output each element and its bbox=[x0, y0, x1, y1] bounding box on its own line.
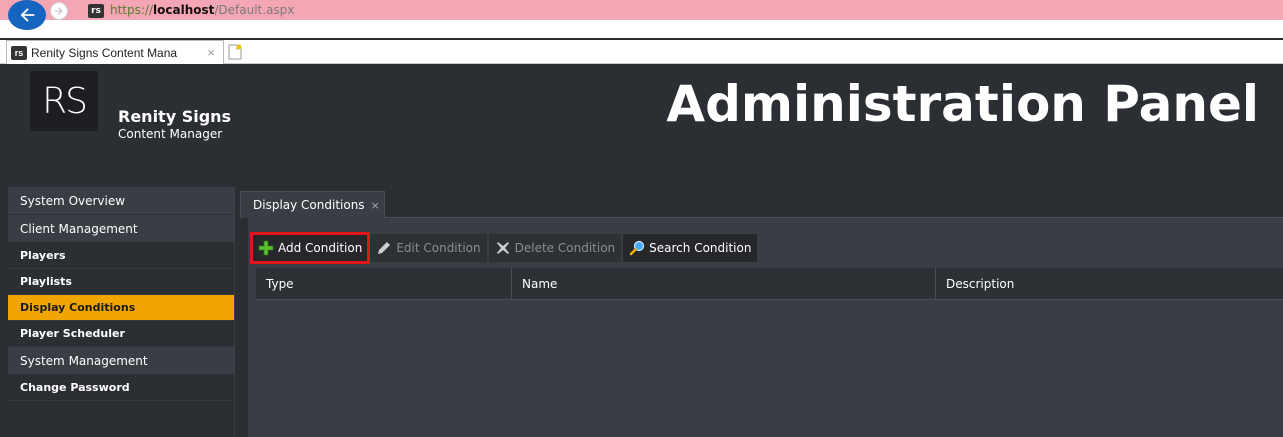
close-tab-icon[interactable]: × bbox=[207, 45, 215, 60]
page-title: Administration Panel bbox=[666, 75, 1259, 133]
sidebar-item-system-management[interactable]: System Management bbox=[8, 347, 234, 375]
tab-strip: Display Conditions × bbox=[240, 187, 1283, 218]
sidebar-item-display-conditions[interactable]: Display Conditions bbox=[8, 295, 234, 321]
sidebar-item-label: Players bbox=[20, 249, 66, 262]
sidebar-item-client-management[interactable]: Client Management bbox=[8, 215, 234, 243]
logo-text: RS bbox=[42, 80, 88, 122]
column-header-name[interactable]: Name bbox=[512, 268, 936, 299]
forward-button[interactable] bbox=[50, 2, 68, 20]
sidebar: System Overview Client Management Player… bbox=[8, 187, 235, 437]
sidebar-item-system-overview[interactable]: System Overview bbox=[8, 187, 234, 215]
tab-display-conditions[interactable]: Display Conditions × bbox=[240, 191, 385, 218]
brand-name: Renity Signs bbox=[118, 107, 232, 126]
search-condition-label: Search Condition bbox=[649, 241, 752, 255]
sidebar-item-label: Player Scheduler bbox=[20, 327, 125, 340]
browser-tab-row: rs Renity Signs Content Mana × bbox=[0, 40, 1283, 64]
search-icon bbox=[629, 240, 645, 256]
add-condition-button[interactable]: Add Condition bbox=[249, 232, 371, 264]
conditions-table: Type Name Description bbox=[256, 268, 1283, 437]
new-tab-button[interactable] bbox=[226, 42, 244, 62]
sidebar-item-label: Change Password bbox=[20, 381, 130, 394]
add-condition-label: Add Condition bbox=[278, 241, 363, 255]
sidebar-item-playlists[interactable]: Playlists bbox=[8, 269, 234, 295]
url-field[interactable]: https://localhost/Default.aspx bbox=[110, 3, 294, 17]
arrow-left-icon bbox=[20, 8, 35, 22]
sidebar-item-player-scheduler[interactable]: Player Scheduler bbox=[8, 321, 234, 347]
app-header: RS Renity Signs Content Manager Administ… bbox=[0, 65, 1283, 185]
site-favicon-icon: rs bbox=[88, 4, 104, 18]
delete-x-icon bbox=[495, 240, 511, 256]
logo: RS bbox=[30, 71, 98, 131]
url-scheme: https:// bbox=[110, 3, 154, 17]
new-tab-icon bbox=[228, 44, 242, 60]
back-button[interactable] bbox=[8, 0, 46, 30]
table-header: Type Name Description bbox=[256, 268, 1283, 300]
pencil-icon bbox=[376, 240, 392, 256]
arrow-right-icon bbox=[55, 7, 63, 15]
edit-condition-button[interactable]: Edit Condition bbox=[370, 234, 487, 262]
tab-favicon-icon: rs bbox=[11, 45, 27, 60]
delete-condition-label: Delete Condition bbox=[514, 241, 616, 255]
sidebar-item-label: Playlists bbox=[20, 275, 72, 288]
sidebar-item-change-password[interactable]: Change Password bbox=[8, 375, 234, 401]
edit-condition-label: Edit Condition bbox=[396, 241, 481, 255]
tab-label: Display Conditions bbox=[253, 198, 365, 212]
sidebar-item-label: System Management bbox=[20, 353, 148, 368]
search-condition-button[interactable]: Search Condition bbox=[623, 234, 758, 262]
sidebar-item-label: Client Management bbox=[20, 221, 138, 236]
browser-address-bar: rs https://localhost/Default.aspx bbox=[0, 0, 1283, 38]
delete-condition-button[interactable]: Delete Condition bbox=[488, 234, 622, 262]
browser-tab[interactable]: rs Renity Signs Content Mana × bbox=[6, 40, 224, 64]
sidebar-item-label: System Overview bbox=[20, 193, 126, 208]
url-path: /Default.aspx bbox=[214, 3, 295, 17]
main-panel: Display Conditions × Add Condition Edit … bbox=[240, 187, 1283, 437]
brand-subtitle: Content Manager bbox=[118, 127, 223, 141]
url-host: localhost bbox=[153, 3, 215, 17]
sidebar-item-label: Display Conditions bbox=[20, 301, 136, 314]
column-header-type[interactable]: Type bbox=[256, 268, 512, 299]
browser-tab-title: Renity Signs Content Mana bbox=[31, 45, 178, 60]
column-header-description[interactable]: Description bbox=[936, 268, 1283, 299]
toolbar: Add Condition Edit Condition Delete Cond… bbox=[249, 232, 759, 264]
sidebar-item-players[interactable]: Players bbox=[8, 243, 234, 269]
tab-content: Add Condition Edit Condition Delete Cond… bbox=[248, 218, 1283, 437]
plus-icon bbox=[258, 240, 274, 256]
close-icon[interactable]: × bbox=[371, 199, 380, 212]
